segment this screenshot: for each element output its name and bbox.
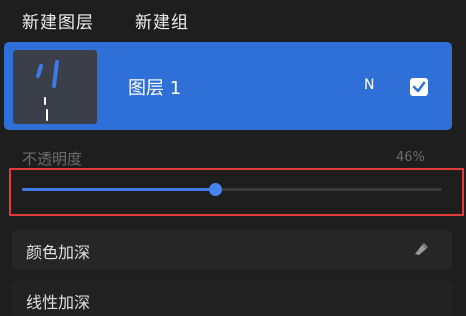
layer-visibility-checkbox[interactable] bbox=[410, 78, 428, 96]
checkmark-icon bbox=[412, 81, 426, 93]
blend-mode-item[interactable]: 颜色加深 bbox=[12, 230, 452, 270]
burn-tool-icon bbox=[415, 243, 428, 255]
layer-item[interactable]: 图层 1 N bbox=[4, 42, 452, 130]
layer-thumbnail bbox=[13, 50, 97, 124]
highlight-box bbox=[9, 168, 464, 216]
blend-mode-item[interactable]: 线性加深 bbox=[12, 280, 452, 316]
layer-thumbnail-strokes bbox=[36, 60, 59, 121]
opacity-slider-fill bbox=[22, 188, 215, 191]
opacity-label: 不透明度 bbox=[22, 150, 83, 168]
new-group-button[interactable]: 新建组 bbox=[135, 8, 189, 33]
layer-name: 图层 1 bbox=[128, 78, 182, 99]
layer-blend-mode[interactable]: N bbox=[364, 77, 374, 93]
opacity-value: 46% bbox=[396, 150, 425, 165]
opacity-slider[interactable] bbox=[22, 183, 442, 196]
blend-mode-label: 线性加深 bbox=[26, 293, 91, 312]
layers-header: 新建图层 新建组 bbox=[0, 0, 466, 40]
blend-mode-label: 颜色加深 bbox=[26, 243, 91, 262]
opacity-slider-thumb[interactable] bbox=[209, 183, 222, 196]
new-layer-button[interactable]: 新建图层 bbox=[22, 8, 94, 33]
